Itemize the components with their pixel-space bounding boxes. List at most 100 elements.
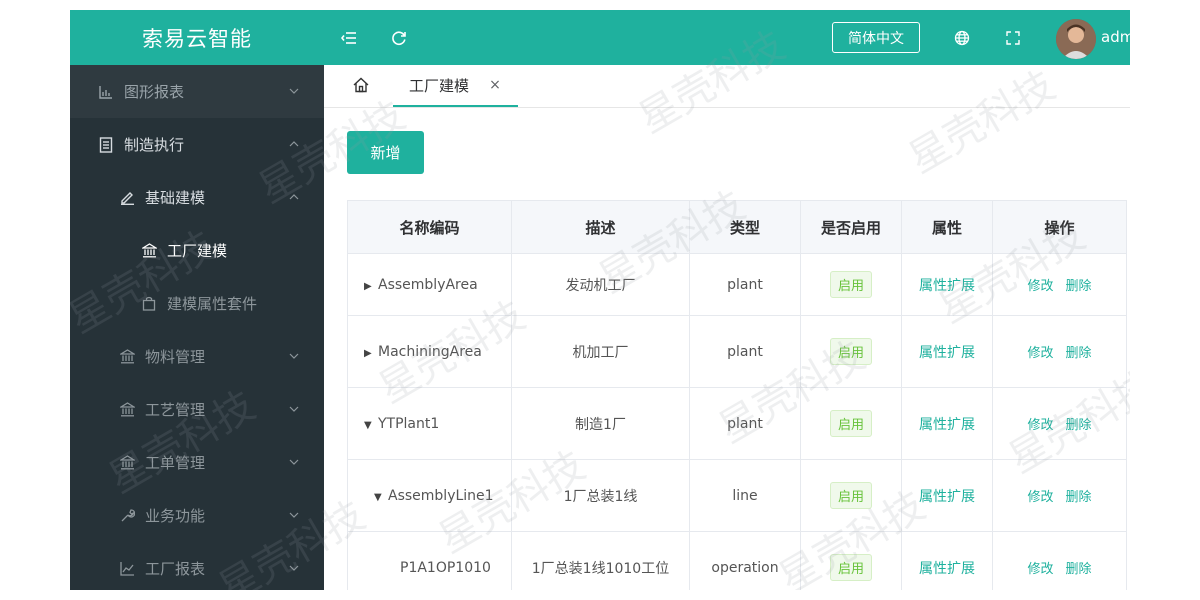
add-button[interactable]: 新增 [347, 131, 424, 174]
top-header: 索易云智能 简体中文 adm [70, 10, 1130, 65]
collapse-arrow-icon[interactable]: ▼ [374, 492, 388, 503]
sidebar-item-label: 工艺管理 [145, 401, 206, 419]
sidebar-item-process[interactable]: 工艺管理 [70, 383, 324, 436]
line-chart-icon [118, 560, 136, 578]
edit-link[interactable]: 修改 [1027, 346, 1053, 361]
desc-cell: 1厂总装1线 [511, 459, 690, 532]
sidebar-item-factory-report[interactable]: 工厂报表 [70, 542, 324, 590]
table-row[interactable]: P1A1OP1010 1厂总装1线1010工位 operation 启用 属性扩… [347, 531, 1127, 590]
chevron-down-icon [289, 459, 299, 465]
tab-label: 工厂建模 [409, 76, 470, 95]
globe-icon[interactable] [951, 27, 973, 49]
row-name: AssemblyArea [378, 276, 478, 293]
table-row[interactable]: ▼ YTPlant1 制造1厂 plant 启用 属性扩展 修改 删除 [347, 387, 1127, 460]
app-title: 索易云智能 [142, 26, 252, 51]
desc-cell: 1厂总装1线1010工位 [511, 531, 690, 590]
chevron-up-icon [289, 194, 299, 200]
column-header: 属性 [901, 200, 993, 254]
desc-cell: 发动机工厂 [511, 253, 690, 316]
sidebar-item-business[interactable]: 业务功能 [70, 489, 324, 542]
status-badge: 启用 [829, 338, 872, 365]
edit-link[interactable]: 修改 [1027, 418, 1053, 433]
collapse-arrow-icon[interactable]: ▼ [364, 420, 378, 431]
sidebar-item-label: 工单管理 [145, 454, 206, 472]
menu-fold-icon[interactable] [338, 27, 360, 49]
delete-link[interactable]: 删除 [1066, 490, 1092, 505]
desc-cell: 机加工厂 [511, 315, 690, 388]
type-cell: plant [689, 315, 801, 388]
sidebar-item-mes[interactable]: 制造执行 [70, 118, 324, 171]
sidebar-item-label: 工厂建模 [167, 242, 228, 260]
attr-extend-link[interactable]: 属性扩展 [919, 278, 975, 294]
type-cell: plant [689, 253, 801, 316]
sidebar-item-label: 图形报表 [124, 83, 185, 101]
edit-link[interactable]: 修改 [1027, 279, 1053, 294]
sidebar-item-label: 工厂报表 [145, 560, 206, 578]
factory-table: 名称编码 描述 类型 是否启用 属性 操作 ▶ AssemblyArea 发动机工… [347, 200, 1127, 590]
column-header: 名称编码 [347, 200, 512, 254]
sidebar: 图形报表 制造执行 基础建模 工厂建模 建模属性套件 物料管理 工艺管理 工单管… [70, 65, 324, 590]
app-window: 索易云智能 简体中文 adm 图形报表 制造执行 基础建模 工厂建模 建模属性套… [70, 10, 1130, 590]
table-row[interactable]: ▼ AssemblyLine1 1厂总装1线 line 启用 属性扩展 修改 删除 [347, 459, 1127, 532]
name-cell: ▶ MachiningArea [347, 315, 512, 388]
name-cell: P1A1OP1010 [347, 531, 512, 590]
table-row[interactable]: ▶ MachiningArea 机加工厂 plant 启用 属性扩展 修改 删除 [347, 315, 1127, 388]
chevron-up-icon [289, 141, 299, 147]
sidebar-item-label: 业务功能 [145, 507, 206, 525]
sidebar-item-label: 制造执行 [124, 136, 185, 154]
expand-arrow-icon[interactable]: ▶ [364, 348, 378, 359]
delete-link[interactable]: 删除 [1066, 562, 1092, 577]
tab-bar: 工厂建模 × [324, 65, 1130, 108]
sidebar-item-graph-report[interactable]: 图形报表 [70, 65, 324, 118]
bank-icon [118, 348, 136, 366]
action-cell: 修改 删除 [992, 315, 1127, 388]
attr-extend-link[interactable]: 属性扩展 [919, 561, 975, 577]
delete-link[interactable]: 删除 [1066, 418, 1092, 433]
enabled-cell: 启用 [800, 531, 902, 590]
status-badge: 启用 [829, 482, 872, 509]
attr-extend-link[interactable]: 属性扩展 [919, 417, 975, 433]
fullscreen-icon[interactable] [1002, 27, 1024, 49]
attr-extend-link[interactable]: 属性扩展 [919, 345, 975, 361]
language-button[interactable]: 简体中文 [832, 22, 920, 53]
column-header: 是否启用 [800, 200, 902, 254]
sidebar-item-label: 基础建模 [145, 189, 206, 207]
sidebar-item-label: 建模属性套件 [167, 295, 258, 313]
column-header: 类型 [689, 200, 801, 254]
refresh-icon[interactable] [388, 27, 410, 49]
row-name: MachiningArea [378, 343, 482, 360]
action-cell: 修改 删除 [992, 459, 1127, 532]
wrench-icon [118, 507, 136, 525]
attr-cell: 属性扩展 [901, 315, 993, 388]
enabled-cell: 启用 [800, 459, 902, 532]
sidebar-item-work-order[interactable]: 工单管理 [70, 436, 324, 489]
delete-link[interactable]: 删除 [1066, 346, 1092, 361]
sidebar-item-modeling-attr-kit[interactable]: 建模属性套件 [70, 277, 324, 330]
table-row[interactable]: ▶ AssemblyArea 发动机工厂 plant 启用 属性扩展 修改 删除 [347, 253, 1127, 316]
chevron-down-icon [289, 88, 299, 94]
attr-cell: 属性扩展 [901, 459, 993, 532]
sidebar-item-base-modeling[interactable]: 基础建模 [70, 171, 324, 224]
tab-factory-modeling[interactable]: 工厂建模 × [393, 65, 518, 107]
delete-link[interactable]: 删除 [1066, 279, 1092, 294]
chevron-down-icon [289, 512, 299, 518]
attr-cell: 属性扩展 [901, 253, 993, 316]
user-name[interactable]: adm [1101, 28, 1130, 46]
home-icon[interactable] [352, 76, 372, 96]
expand-arrow-icon[interactable]: ▶ [364, 281, 378, 292]
edit-link[interactable]: 修改 [1027, 562, 1053, 577]
bar-chart-icon [97, 83, 115, 101]
edit-link[interactable]: 修改 [1027, 490, 1053, 505]
name-cell: ▼ AssemblyLine1 [347, 459, 512, 532]
edit-icon [118, 189, 136, 207]
sidebar-item-factory-modeling[interactable]: 工厂建模 [70, 224, 324, 277]
avatar[interactable] [1056, 19, 1096, 59]
close-icon[interactable]: × [488, 77, 502, 93]
document-icon [97, 136, 115, 154]
desc-cell: 制造1厂 [511, 387, 690, 460]
action-cell: 修改 删除 [992, 387, 1127, 460]
enabled-cell: 启用 [800, 253, 902, 316]
attr-extend-link[interactable]: 属性扩展 [919, 489, 975, 505]
row-name: YTPlant1 [378, 415, 440, 432]
sidebar-item-material[interactable]: 物料管理 [70, 330, 324, 383]
